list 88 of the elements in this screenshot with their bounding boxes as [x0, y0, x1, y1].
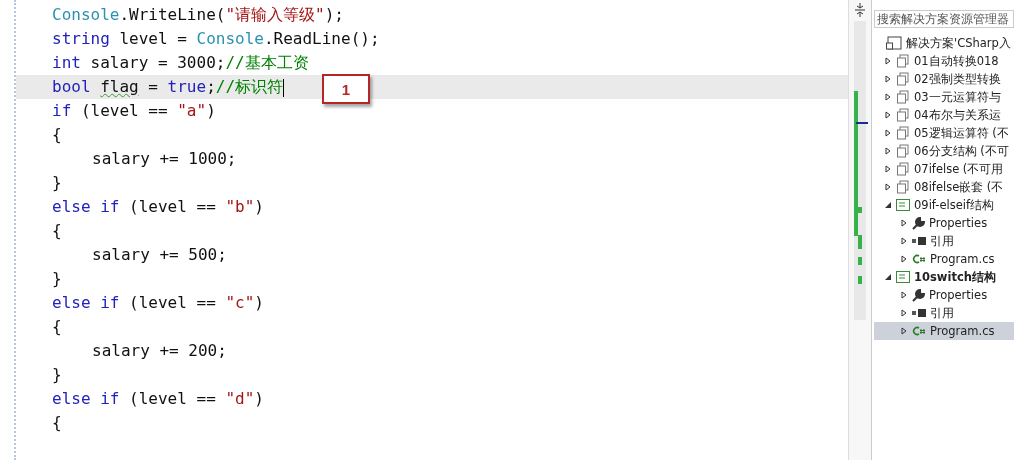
collapsed-arrow-icon[interactable]	[900, 219, 908, 227]
tree-item-label: Program.cs	[930, 252, 995, 266]
collapsed-arrow-icon[interactable]	[900, 309, 908, 317]
tree-item-label: Properties	[929, 288, 988, 302]
tree-item[interactable]: 03一元运算符与	[874, 88, 1014, 106]
code-line: int salary = 3000;//基本工资	[52, 52, 310, 74]
project-icon	[896, 108, 910, 122]
code-line: {	[52, 412, 63, 434]
project-icon	[896, 72, 910, 86]
collapsed-arrow-icon[interactable]	[884, 129, 892, 137]
tree-item-label: 02强制类型转换	[914, 71, 1001, 87]
tree-item[interactable]: Program.cs	[874, 250, 1014, 268]
collapsed-arrow-icon[interactable]	[884, 183, 892, 191]
csharp-project-icon	[896, 199, 910, 211]
tree-item[interactable]: 06分支结构 (不可	[874, 142, 1014, 160]
collapsed-arrow-icon[interactable]	[900, 327, 908, 335]
tree-item[interactable]: 09if-elseif结构	[874, 196, 1014, 214]
csharp-file-icon	[912, 254, 926, 264]
collapsed-arrow-icon[interactable]	[884, 147, 892, 155]
split-icon[interactable]	[854, 3, 866, 17]
code-line: if (level == "a")	[52, 100, 217, 122]
tree-item[interactable]: Properties	[874, 286, 1014, 304]
collapsed-arrow-icon[interactable]	[884, 75, 892, 83]
code-line: else if (level == "b")	[52, 196, 265, 218]
csharp-project-icon	[896, 271, 910, 283]
tree-item-label: 引用	[930, 305, 954, 321]
wrench-icon	[912, 216, 925, 230]
tree-item-label: 09if-elseif结构	[914, 197, 994, 213]
collapsed-arrow-icon[interactable]	[884, 57, 892, 65]
tree-item-label: Properties	[929, 216, 988, 230]
project-icon	[896, 162, 910, 176]
callout-label: 1	[322, 74, 370, 104]
code-line: salary += 1000;	[91, 148, 238, 170]
tree-item-label: 08ifelse嵌套 (不	[914, 179, 1004, 195]
tree-item-label: 引用	[930, 233, 954, 249]
tree-item[interactable]: Properties	[874, 214, 1014, 232]
collapsed-arrow-icon[interactable]	[900, 237, 908, 245]
code-line: Console.WriteLine("请输入等级");	[52, 4, 345, 26]
tree-item-label: 01自动转换018	[914, 53, 999, 69]
project-icon	[896, 180, 910, 194]
tree-item-label: 10switch结构	[914, 269, 996, 285]
project-icon	[896, 54, 910, 68]
tree-item-label: 05逻辑运算符 (不	[914, 125, 1009, 141]
code-line: else if (level == "c")	[52, 292, 265, 314]
tree-item[interactable]: 02强制类型转换	[874, 70, 1014, 88]
scroll-bar[interactable]	[849, 0, 871, 460]
tree-item-label: 04布尔与关系运	[914, 107, 1001, 123]
code-line: string level = Console.ReadLine();	[52, 28, 381, 50]
references-icon	[912, 309, 926, 317]
tree-item-label: 07ifelse (不可用	[914, 161, 1004, 177]
collapsed-arrow-icon[interactable]	[900, 291, 908, 299]
collapsed-arrow-icon[interactable]	[884, 111, 892, 119]
collapsed-arrow-icon[interactable]	[900, 255, 908, 263]
collapsed-arrow-icon[interactable]	[884, 165, 892, 173]
tree-item-label: Program.cs	[930, 324, 995, 338]
project-icon	[896, 90, 910, 104]
code-line: }	[52, 268, 63, 290]
project-icon	[896, 144, 910, 158]
project-icon	[896, 126, 910, 140]
expanded-arrow-icon[interactable]	[884, 273, 892, 281]
code-line: {	[52, 124, 63, 146]
references-icon	[912, 237, 926, 245]
tree-item[interactable]: 引用	[874, 232, 1014, 250]
tree-item[interactable]: 解决方案'CSharp入	[874, 34, 1014, 52]
search-field[interactable]: 搜索解决方案资源管理器	[874, 10, 1014, 28]
code-line: {	[52, 220, 63, 242]
csharp-file-icon	[912, 326, 926, 336]
tree-item-label: 06分支结构 (不可	[914, 143, 1009, 159]
tree-item[interactable]: 引用	[874, 304, 1014, 322]
code-line: }	[52, 364, 63, 386]
tree-item[interactable]: 10switch结构	[874, 268, 1014, 286]
tree-item[interactable]: 07ifelse (不可用	[874, 160, 1014, 178]
code-line: }	[52, 172, 63, 194]
expanded-arrow-icon[interactable]	[884, 201, 892, 209]
collapsed-arrow-icon[interactable]	[884, 93, 892, 101]
tree-item[interactable]: Program.cs	[874, 322, 1014, 340]
tree-item[interactable]: 05逻辑运算符 (不	[874, 124, 1014, 142]
code-line: else if (level == "d")	[52, 388, 265, 410]
code-line: salary += 200;	[91, 340, 228, 362]
tree-item[interactable]: 08ifelse嵌套 (不	[874, 178, 1014, 196]
tree-item-label: 03一元运算符与	[914, 89, 1001, 105]
code-line: {	[52, 316, 63, 338]
solution-icon	[886, 36, 902, 50]
tree-item-label: 解决方案'CSharp入	[906, 35, 1011, 51]
tree-item[interactable]: 04布尔与关系运	[874, 106, 1014, 124]
code-line: salary += 500;	[91, 244, 228, 266]
wrench-icon	[912, 288, 925, 302]
tree-item[interactable]: 01自动转换018	[874, 52, 1014, 70]
